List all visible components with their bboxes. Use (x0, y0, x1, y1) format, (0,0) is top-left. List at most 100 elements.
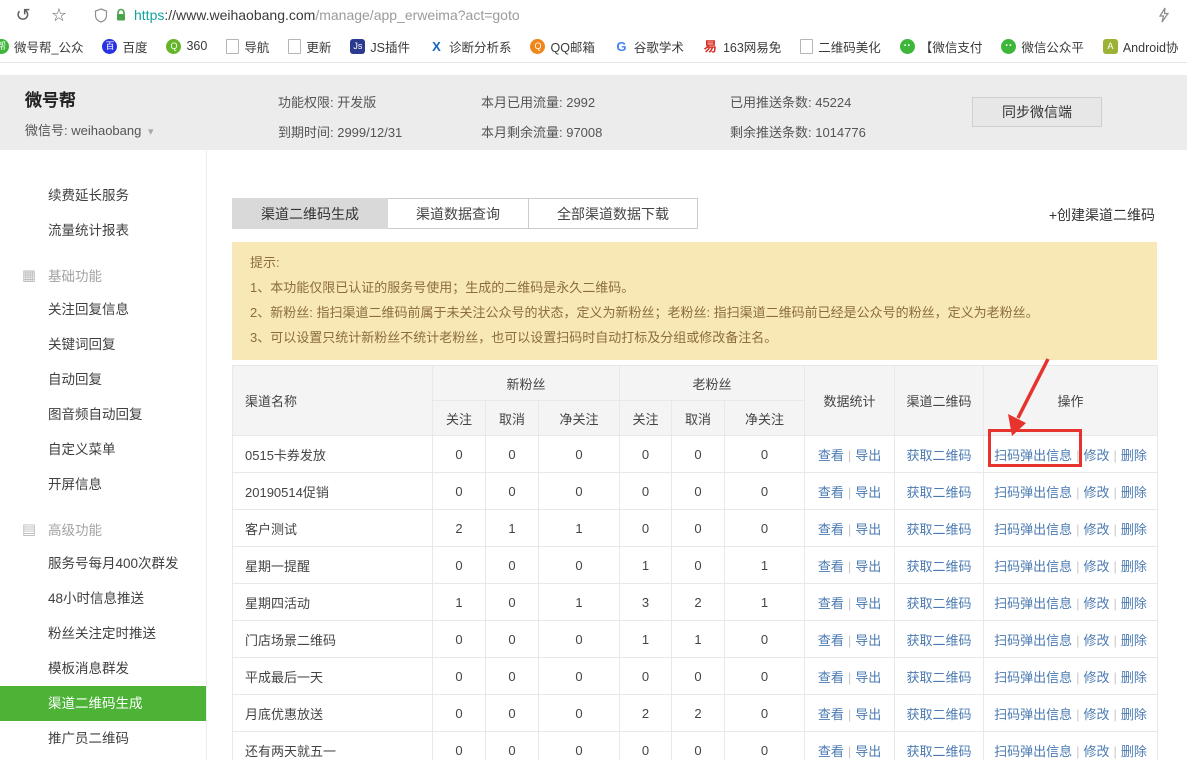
bookmark-item[interactable]: 易 163网易免 (703, 37, 781, 56)
stats-cell: 查看 | 导出 (804, 472, 896, 510)
bookmark-item[interactable]: ·· 微信公众平 (1001, 37, 1084, 56)
delete-link[interactable]: 删除 (1121, 448, 1147, 463)
view-link[interactable]: 查看 (818, 707, 844, 722)
delete-link[interactable]: 删除 (1121, 559, 1147, 574)
table-row: 客户测试 2 1 1 0 0 0 查看 | 导出 获取二维码 扫码弹出信息 | 修改 | 删… (232, 509, 1159, 547)
sidebar-item-link[interactable]: 模板消息群发 (0, 651, 206, 686)
sidebar-item-link[interactable]: 服务号每月400次群发 (0, 546, 206, 581)
scan-popup-link[interactable]: 扫码弹出信息 (994, 707, 1072, 722)
edit-link[interactable]: 修改 (1084, 707, 1110, 722)
export-link[interactable]: 导出 (855, 670, 881, 685)
sidebar-item-link[interactable]: 自定义菜单 (0, 432, 206, 467)
sidebar-item-link[interactable]: 开屏信息 (0, 467, 206, 502)
delete-link[interactable]: 删除 (1121, 522, 1147, 537)
scan-popup-link[interactable]: 扫码弹出信息 (994, 485, 1072, 500)
delete-link[interactable]: 删除 (1121, 485, 1147, 500)
shield-icon (94, 7, 108, 23)
page-icon (800, 38, 814, 54)
get-qrcode-link[interactable]: 获取二维码 (907, 633, 972, 648)
get-qrcode-link[interactable]: 获取二维码 (907, 744, 972, 759)
qrcode-cell: 获取二维码 (894, 583, 985, 621)
bookmark-item[interactable]: ·· 【微信支付 (899, 37, 982, 56)
scan-popup-link[interactable]: 扫码弹出信息 (994, 522, 1072, 537)
bookmark-item[interactable]: 二维码美化 (800, 37, 881, 56)
bookmark-item[interactable]: Js JS插件 (350, 37, 410, 56)
bookmark-item[interactable]: 导航 (226, 37, 269, 56)
bookmark-item[interactable]: G 谷歌学术 (614, 37, 684, 56)
create-channel-qrcode-link[interactable]: +创建渠道二维码 (1049, 205, 1155, 225)
scan-popup-link[interactable]: 扫码弹出信息 (994, 596, 1072, 611)
wechat-account-selector[interactable]: 微信号: weihaobang ▾ (25, 120, 154, 139)
bookmark-item[interactable]: 帮 微号帮_公众 (0, 37, 83, 56)
lightning-icon[interactable] (1157, 7, 1171, 28)
view-link[interactable]: 查看 (818, 670, 844, 685)
sidebar-item-link[interactable]: 自动回复 (0, 362, 206, 397)
export-link[interactable]: 导出 (855, 448, 881, 463)
bookmark-item[interactable]: 百 百度 (102, 37, 147, 56)
channel-name: 20190514促销 (232, 472, 433, 510)
view-link[interactable]: 查看 (818, 485, 844, 500)
scan-popup-link[interactable]: 扫码弹出信息 (994, 670, 1072, 685)
export-link[interactable]: 导出 (855, 485, 881, 500)
delete-link[interactable]: 删除 (1121, 633, 1147, 648)
view-link[interactable]: 查看 (818, 448, 844, 463)
app-header: 微号帮 微信号: weihaobang ▾ 功能权限: 开发版 到期时间: 29… (0, 75, 1187, 150)
sidebar-item-active[interactable]: 渠道二维码生成 (0, 686, 206, 721)
get-qrcode-link[interactable]: 获取二维码 (907, 559, 972, 574)
edit-link[interactable]: 修改 (1084, 744, 1110, 759)
sidebar-item-link[interactable]: 图音频自动回复 (0, 397, 206, 432)
export-link[interactable]: 导出 (855, 744, 881, 759)
view-link[interactable]: 查看 (818, 596, 844, 611)
export-link[interactable]: 导出 (855, 522, 881, 537)
sidebar-item-link[interactable]: 粉丝关注定时推送 (0, 616, 206, 651)
get-qrcode-link[interactable]: 获取二维码 (907, 522, 972, 537)
scan-popup-link[interactable]: 扫码弹出信息 (994, 448, 1072, 463)
edit-link[interactable]: 修改 (1084, 596, 1110, 611)
get-qrcode-link[interactable]: 获取二维码 (907, 707, 972, 722)
view-link[interactable]: 查看 (818, 633, 844, 648)
sidebar-item-link[interactable]: 48小时信息推送 (0, 581, 206, 616)
edit-link[interactable]: 修改 (1084, 485, 1110, 500)
edit-link[interactable]: 修改 (1084, 633, 1110, 648)
sidebar-item-link[interactable]: 续费延长服务 (0, 178, 206, 213)
sync-wechat-button[interactable]: 同步微信端 (972, 97, 1102, 127)
bookmark-item[interactable]: X 诊断分析系 (429, 37, 511, 56)
bookmark-item[interactable]: Q 360 (166, 38, 207, 54)
edit-link[interactable]: 修改 (1084, 559, 1110, 574)
delete-link[interactable]: 删除 (1121, 596, 1147, 611)
edit-link[interactable]: 修改 (1084, 670, 1110, 685)
bookmark-item[interactable]: Q QQ邮箱 (530, 37, 595, 56)
delete-link[interactable]: 删除 (1121, 744, 1147, 759)
delete-link[interactable]: 删除 (1121, 707, 1147, 722)
bookmark-item[interactable]: A Android协 (1102, 37, 1178, 56)
tab[interactable]: 全部渠道数据下载 (529, 198, 698, 229)
export-link[interactable]: 导出 (855, 633, 881, 648)
scan-popup-link[interactable]: 扫码弹出信息 (994, 633, 1072, 648)
sidebar-item-link[interactable]: 推广员二维码 (0, 721, 206, 756)
tab[interactable]: 渠道二维码生成 (232, 198, 388, 229)
sidebar-item-link[interactable]: 关注回复信息 (0, 292, 206, 327)
scan-popup-link[interactable]: 扫码弹出信息 (994, 559, 1072, 574)
bookmark-item[interactable]: 更新 (288, 37, 331, 56)
sidebar-item-link[interactable]: 流量统计报表 (0, 213, 206, 248)
get-qrcode-link[interactable]: 获取二维码 (907, 670, 972, 685)
address-bar[interactable]: https://www.weihaobang.com/manage/app_er… (94, 7, 520, 23)
export-link[interactable]: 导出 (855, 559, 881, 574)
view-link[interactable]: 查看 (818, 522, 844, 537)
get-qrcode-link[interactable]: 获取二维码 (907, 448, 972, 463)
export-link[interactable]: 导出 (855, 707, 881, 722)
tab[interactable]: 渠道数据查询 (388, 198, 529, 229)
export-link[interactable]: 导出 (855, 596, 881, 611)
favorite-star-icon[interactable]: ☆ (46, 5, 72, 26)
edit-link[interactable]: 修改 (1084, 448, 1110, 463)
scan-popup-link[interactable]: 扫码弹出信息 (994, 744, 1072, 759)
get-qrcode-link[interactable]: 获取二维码 (907, 596, 972, 611)
delete-link[interactable]: 删除 (1121, 670, 1147, 685)
url-scheme: https (134, 7, 165, 23)
sidebar-item-link[interactable]: 关键词回复 (0, 327, 206, 362)
get-qrcode-link[interactable]: 获取二维码 (907, 485, 972, 500)
back-icon[interactable]: ↺ (10, 5, 36, 26)
view-link[interactable]: 查看 (818, 744, 844, 759)
edit-link[interactable]: 修改 (1084, 522, 1110, 537)
view-link[interactable]: 查看 (818, 559, 844, 574)
